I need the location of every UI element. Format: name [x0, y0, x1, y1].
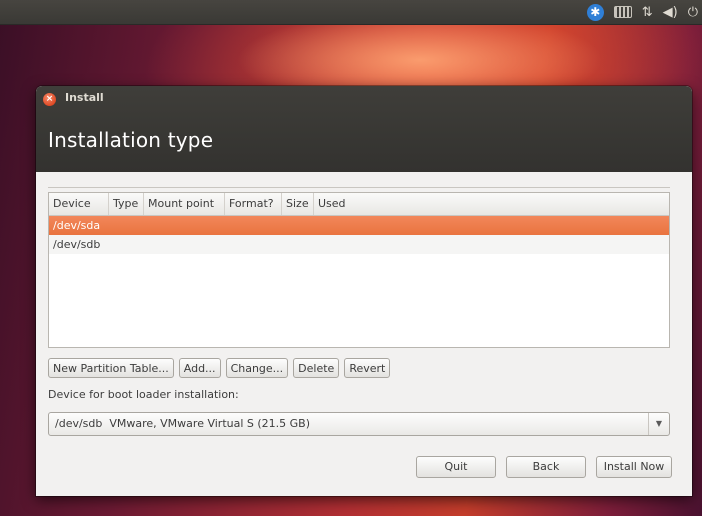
add-button[interactable]: Add...	[178, 358, 221, 378]
install-now-button[interactable]: Install Now	[596, 456, 672, 478]
column-header-device[interactable]: Device	[49, 193, 109, 215]
page-title: Installation type	[48, 128, 214, 152]
new-partition-table-button[interactable]: New Partition Table...	[48, 358, 174, 378]
table-row[interactable]: /dev/sdb	[49, 235, 669, 254]
quit-button[interactable]: Quit	[416, 456, 496, 478]
column-header-size[interactable]: Size	[282, 193, 314, 215]
partition-table[interactable]: Device Type Mount point Format? Size Use…	[48, 192, 670, 348]
column-header-used[interactable]: Used	[314, 193, 350, 215]
close-icon[interactable]: ×	[43, 93, 56, 106]
volume-icon[interactable]: ◀)	[663, 5, 678, 20]
installer-window: × Install Installation type Device Type …	[36, 86, 692, 496]
network-icon[interactable]: ⇅	[642, 5, 653, 20]
window-title: Install	[65, 91, 104, 104]
change-button[interactable]: Change...	[225, 358, 289, 378]
window-titlebar: × Install Installation type	[36, 86, 692, 172]
footer-buttons: Quit Back Install Now	[416, 456, 672, 478]
bootloader-selected-value: /dev/sdb VMware, VMware Virtual S (21.5 …	[55, 417, 311, 430]
table-row[interactable]: /dev/sda	[49, 216, 669, 235]
bootloader-label: Device for boot loader installation:	[48, 388, 239, 401]
divider	[48, 187, 670, 188]
system-tray: ✱ ⇅ ◀) ⏻	[586, 2, 698, 22]
chevron-down-icon[interactable]: ▼	[648, 413, 669, 435]
revert-button[interactable]: Revert	[344, 358, 391, 378]
column-header-format[interactable]: Format?	[225, 193, 282, 215]
partition-actions: New Partition Table... Add... Change... …	[48, 358, 391, 378]
keyboard-icon[interactable]	[613, 6, 632, 18]
accessibility-icon[interactable]: ✱	[586, 3, 604, 21]
power-icon[interactable]: ⏻	[688, 5, 698, 20]
top-panel: ✱ ⇅ ◀) ⏻	[0, 0, 702, 25]
bootloader-device-select[interactable]: /dev/sdb VMware, VMware Virtual S (21.5 …	[48, 412, 670, 436]
column-header-type[interactable]: Type	[109, 193, 144, 215]
delete-button[interactable]: Delete	[293, 358, 340, 378]
column-header-mount-point[interactable]: Mount point	[144, 193, 225, 215]
back-button[interactable]: Back	[506, 456, 586, 478]
table-header: Device Type Mount point Format? Size Use…	[49, 193, 669, 216]
